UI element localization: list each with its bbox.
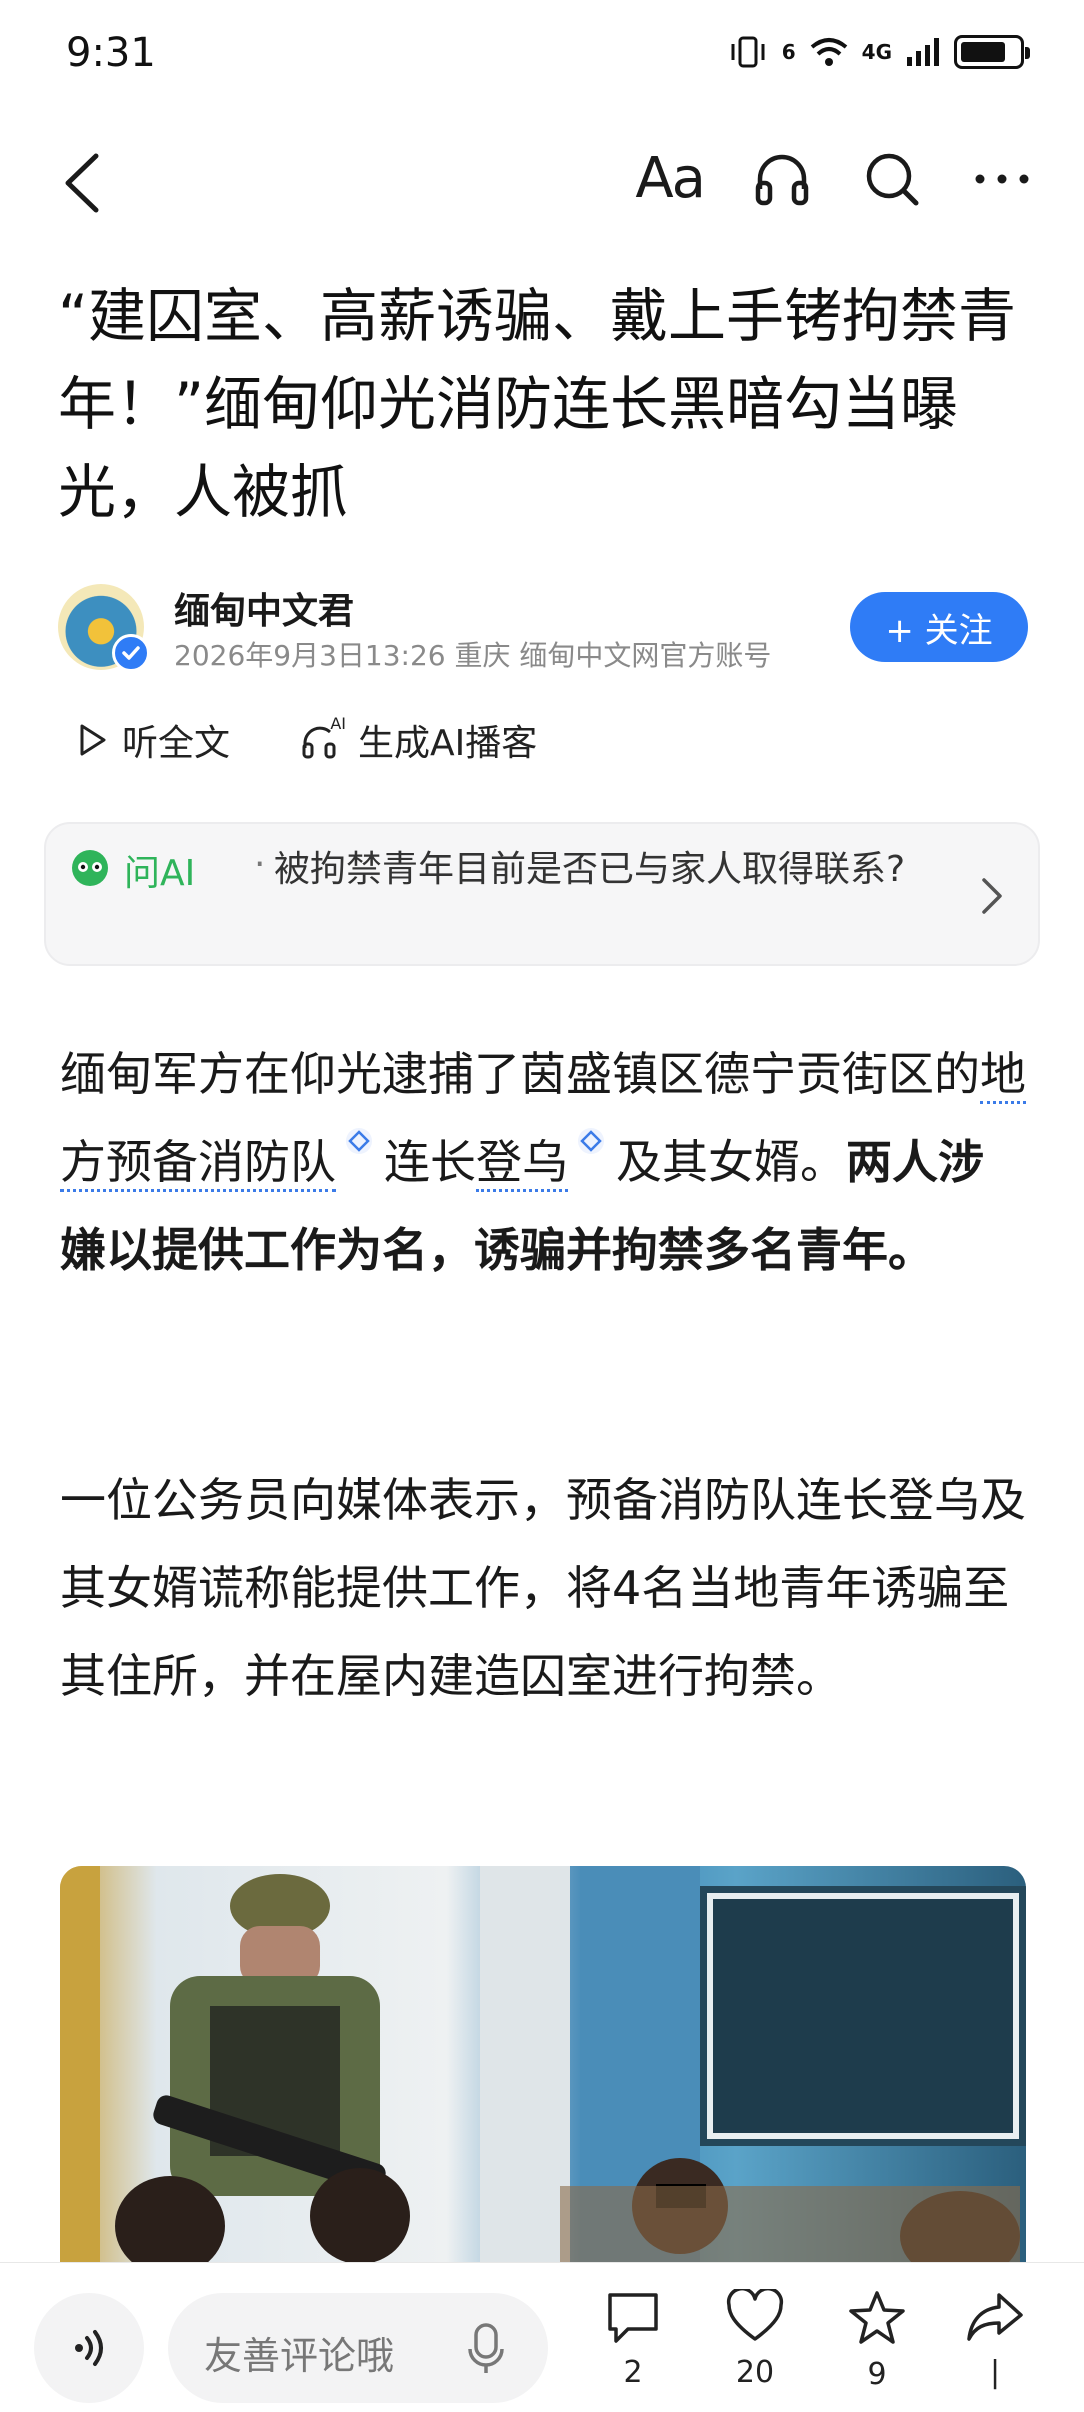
microphone-icon[interactable]	[464, 2321, 508, 2377]
top-nav: Aa	[0, 130, 1084, 240]
paragraph-text: 连长	[384, 1135, 476, 1189]
status-bar: 9:31 6 4G	[0, 0, 1084, 110]
author-avatar[interactable]	[58, 584, 150, 672]
bottom-bar: 友善评论哦 2 20 9 |	[0, 2262, 1084, 2412]
heart-icon	[726, 2286, 784, 2341]
signal-icon	[907, 38, 939, 66]
headphones-icon	[755, 154, 809, 205]
share-count: |	[989, 2355, 1001, 2390]
listen-row: 听全文 AI 生成AI播客	[78, 710, 607, 770]
vibrate-icon	[731, 36, 765, 68]
article-paragraph-2: 一位公务员向媒体表示，预备消防队连长登乌及其女婿谎称能提供工作，将4名当地青年诱…	[60, 1473, 1026, 1703]
back-button[interactable]	[56, 148, 116, 218]
comment-input[interactable]: 友善评论哦	[168, 2293, 548, 2403]
share-icon	[967, 2293, 1023, 2341]
comment-count: 2	[623, 2355, 643, 2390]
article-paragraph-1: 缅甸军方在仰光逮捕了茵盛镇区德宁贡街区的地方预备消防队 连长登乌 及其女婿。两人涉嫌…	[60, 1030, 1026, 1294]
like-count: 20	[735, 2355, 775, 2390]
wifi-icon	[810, 38, 847, 66]
entity-diamond-icon[interactable]	[576, 1126, 606, 1156]
verified-badge-icon	[112, 634, 150, 672]
comment-placeholder: 友善评论哦	[204, 2334, 395, 2378]
paragraph-text: 及其女婿。	[616, 1135, 846, 1189]
favorite-button[interactable]: 9	[832, 2289, 922, 2392]
voice-wave-icon	[75, 2330, 103, 2366]
generate-podcast-button[interactable]: AI 生成AI播客	[300, 714, 537, 766]
more-button[interactable]	[970, 147, 1034, 211]
network-label: 4G	[861, 40, 892, 64]
chevron-right-icon	[982, 878, 1002, 914]
star-icon	[849, 2291, 905, 2344]
article-photo[interactable]	[60, 1866, 1026, 2266]
photo-image	[60, 1866, 1026, 2266]
entity-diamond-icon[interactable]	[344, 1126, 374, 1156]
ai-assistant-icon	[72, 850, 108, 886]
article-title: “建囚室、高薪诱骗、戴上手铐拘禁青年！”缅甸仰光消防连长黑暗勾当曝光，人被抓	[58, 282, 1017, 526]
nav-actions: Aa	[635, 146, 1034, 211]
share-button[interactable]: |	[950, 2289, 1040, 2390]
status-icons: 6 4G	[728, 34, 1030, 70]
ask-ai-card[interactable]: 问AI · 被拘禁青年目前是否已与家人取得联系?	[44, 822, 1040, 966]
listen-full-button[interactable]: 听全文	[78, 714, 230, 766]
entity-link-person[interactable]: 登乌	[476, 1135, 568, 1192]
author-name[interactable]: 缅甸中文君	[174, 582, 354, 634]
comment-icon	[608, 2293, 658, 2343]
article-meta: 2026年9月3日13:26 重庆 缅甸中文网官方账号	[174, 639, 772, 672]
back-arrow-icon	[65, 153, 99, 213]
ask-ai-question: 被拘禁青年目前是否已与家人取得联系?	[274, 849, 906, 890]
more-dots-icon	[975, 174, 1029, 183]
headphones-button[interactable]	[750, 147, 814, 211]
author-row: 缅甸中文君 2026年9月3日13:26 重庆 缅甸中文网官方账号 + 关注	[58, 582, 1028, 682]
battery-icon	[954, 35, 1030, 69]
status-time: 9:31	[66, 30, 156, 76]
like-button[interactable]: 20	[710, 2286, 800, 2390]
generate-podcast-label: 生成AI播客	[358, 723, 538, 764]
search-button[interactable]	[860, 147, 924, 211]
ai-headphones-icon: AI	[300, 714, 346, 760]
paragraph-text: 缅甸军方在仰光逮捕了茵盛镇区德宁贡街区的	[60, 1047, 980, 1101]
favorite-count: 9	[867, 2357, 887, 2392]
search-icon	[866, 153, 919, 205]
listen-full-label: 听全文	[122, 723, 231, 764]
ai-badge: AI	[330, 714, 347, 733]
voice-read-button[interactable]	[34, 2293, 144, 2403]
follow-button[interactable]: + 关注	[850, 592, 1028, 662]
play-icon	[80, 724, 106, 756]
wifi-label: 6	[781, 40, 796, 64]
comment-button[interactable]: 2	[588, 2289, 678, 2390]
font-size-button[interactable]: Aa	[635, 146, 706, 211]
